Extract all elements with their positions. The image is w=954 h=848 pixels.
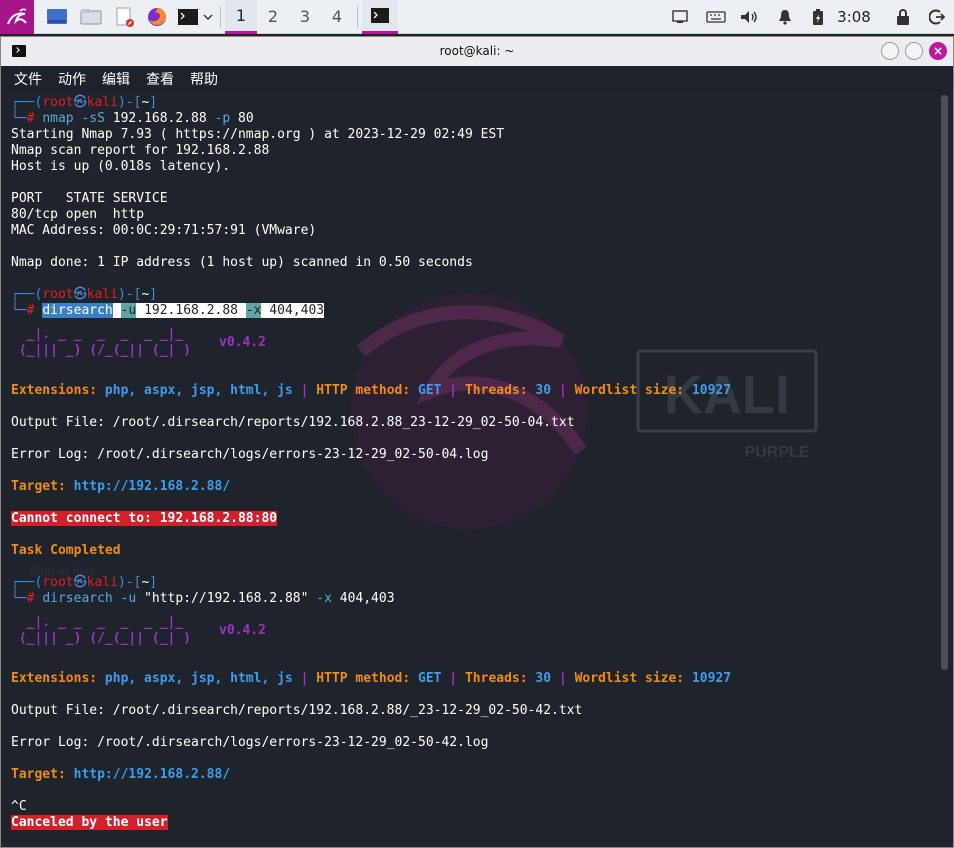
close-icon: × [932, 44, 944, 58]
error-line: Canceled by the user [11, 815, 168, 830]
output-line: MAC Address: 00:0C:29:71:57:91 (VMware) [11, 223, 317, 238]
minimize-button[interactable] [881, 42, 899, 60]
window-title: root@kali: ~ [439, 44, 515, 58]
workspace-1[interactable]: 1 [225, 0, 257, 34]
command-line: └─# nmap -sS 192.168.2.88 -p 80 [11, 111, 254, 126]
output-line: Error Log: /root/.dirsearch/logs/errors-… [11, 447, 489, 462]
terminal-scrollbar[interactable] [941, 95, 948, 670]
workspace-4[interactable]: 4 [321, 0, 353, 34]
menu-view[interactable]: 查看 [146, 69, 174, 89]
panel-separator [220, 5, 221, 28]
dirsearch-version: v0.4.2 [219, 623, 266, 638]
terminal-output-area[interactable]: KALI PURPLE Sign in files ┌──(root㉿kali)… [1, 91, 939, 847]
keyboard-icon [706, 11, 726, 23]
top-panel: 1 2 3 4 3:08 [0, 0, 954, 34]
terminal-launcher-dropdown[interactable] [200, 0, 216, 34]
battery-icon [813, 9, 823, 25]
desktop-icon [47, 8, 67, 24]
clock-time: 3:08 [837, 8, 871, 26]
scan-config-line: Extensions: php, aspx, jsp, html, js | H… [11, 671, 732, 686]
menu-help[interactable]: 帮助 [190, 69, 218, 89]
power-manager-tray-button[interactable] [808, 0, 828, 34]
clock[interactable]: 3:08 [836, 0, 872, 34]
prompt-line: ┌──(root㉿kali)-[~] [11, 287, 158, 302]
error-line: Cannot connect to: 192.168.2.88:80 [11, 511, 278, 526]
dirsearch-banner: _|. _ _ _ _ _ _|_ [11, 615, 215, 630]
logout-icon [929, 9, 945, 25]
workspace-2[interactable]: 2 [257, 0, 289, 34]
target-line: Target: http://192.168.2.88/ [11, 767, 231, 782]
interrupt-line: ^C [11, 799, 27, 814]
menu-edit[interactable]: 编辑 [102, 69, 130, 89]
text-editor-icon [116, 7, 134, 27]
output-line: Error Log: /root/.dirsearch/logs/errors-… [11, 735, 489, 750]
kali-wallpaper-subtitle: PURPLE [745, 444, 810, 461]
show-desktop-button[interactable] [42, 0, 72, 34]
firefox-launcher[interactable] [142, 0, 172, 34]
file-manager-launcher[interactable] [76, 0, 106, 34]
volume-icon [741, 11, 757, 23]
close-button[interactable]: × [929, 42, 947, 60]
prompt-line: ┌──(root㉿kali)-[~] [11, 575, 158, 590]
output-line: Starting Nmap 7.93 ( https://nmap.org ) … [11, 127, 505, 142]
scan-config-line: Extensions: php, aspx, jsp, html, js | H… [11, 383, 732, 398]
monitor-icon [672, 10, 688, 23]
terminal-icon [178, 8, 198, 25]
logout-button[interactable] [926, 0, 948, 34]
workspace-3[interactable]: 3 [289, 0, 321, 34]
text-editor-launcher[interactable] [110, 0, 140, 34]
output-line: Host is up (0.018s latency). [11, 159, 231, 174]
menu-bar: 文件 动作 编辑 查看 帮助 [1, 66, 953, 91]
window-titlebar[interactable]: root@kali: ~ × [1, 37, 953, 66]
chevron-down-icon [203, 14, 213, 20]
folder-icon [80, 8, 102, 24]
keyboard-tray-button[interactable] [703, 0, 729, 34]
prompt-line: ┌──(root㉿kali)-[~] [11, 95, 158, 110]
firefox-icon [148, 7, 166, 26]
dirsearch-banner: _|. _ _ _ _ _ _|_ [11, 327, 215, 342]
kali-dragon-icon [7, 8, 27, 24]
lock-icon [897, 9, 909, 25]
menu-actions[interactable]: 动作 [58, 69, 86, 89]
output-line: Nmap scan report for 192.168.2.88 [11, 143, 270, 158]
output-line: 80/tcp open http [11, 207, 145, 222]
bell-icon [779, 10, 791, 25]
command-line: └─# dirsearch -u "http://192.168.2.88" -… [11, 591, 395, 606]
dirsearch-version: v0.4.2 [219, 335, 266, 350]
target-line: Target: http://192.168.2.88/ [11, 479, 231, 494]
terminal-launcher[interactable] [176, 0, 200, 34]
taskbar-terminal-window[interactable] [362, 0, 398, 34]
terminal-window: root@kali: ~ × 文件 动作 编辑 查看 帮助 KALI PURPL… [0, 36, 954, 848]
menu-file[interactable]: 文件 [14, 69, 42, 89]
kali-menu-button[interactable] [0, 0, 34, 34]
command-line-selected: └─# dirsearch -u 192.168.2.88 -x 404,403 [11, 303, 325, 318]
output-line: PORT STATE SERVICE [11, 191, 168, 206]
terminal-icon [371, 7, 389, 23]
panel-separator [357, 5, 358, 28]
dirsearch-banner: (_||| _) (/_(_|| (_| ) [11, 631, 215, 646]
status-line: Task Completed [11, 543, 121, 558]
dirsearch-banner: (_||| _) (/_(_|| (_| ) [11, 343, 215, 358]
output-line: Nmap done: 1 IP address (1 host up) scan… [11, 255, 473, 270]
output-line: Output File: /root/.dirsearch/reports/19… [11, 415, 575, 430]
volume-tray-button[interactable] [738, 0, 760, 34]
maximize-button[interactable] [905, 42, 923, 60]
display-tray-button[interactable] [668, 0, 692, 34]
output-line: Output File: /root/.dirsearch/reports/19… [11, 703, 583, 718]
notifications-tray-button[interactable] [774, 0, 796, 34]
lock-screen-button[interactable] [892, 0, 914, 34]
